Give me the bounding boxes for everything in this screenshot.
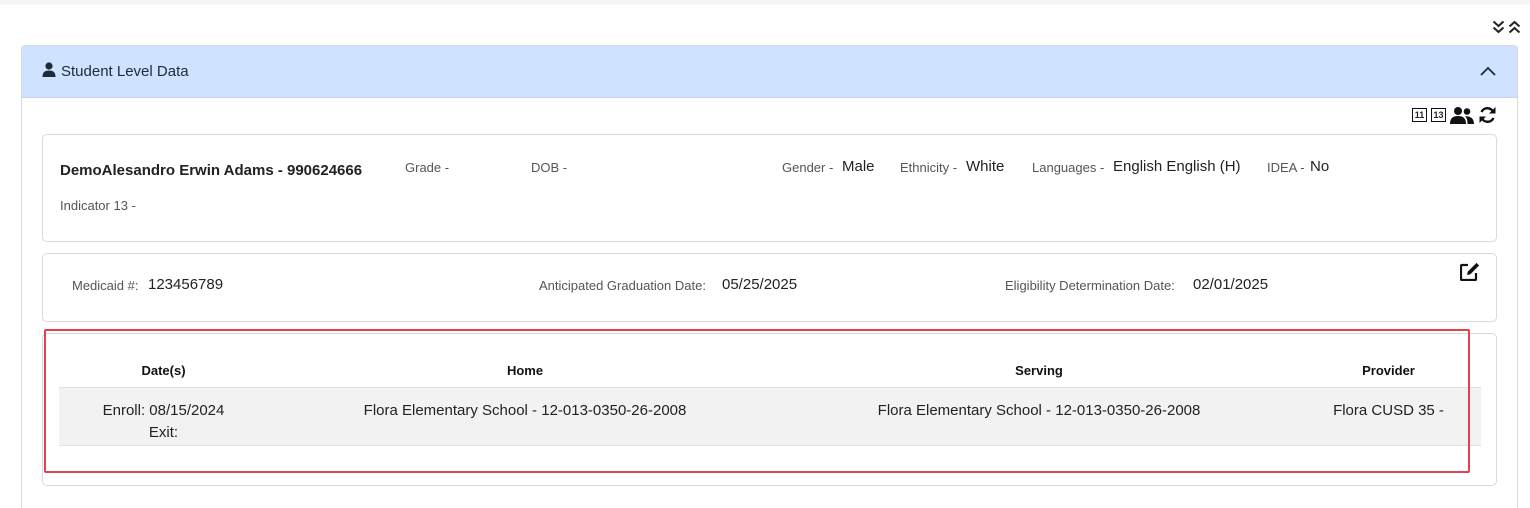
student-name: DemoAlesandro Erwin Adams - 990624666 [60,162,363,179]
medicaid-label: Medicaid #: [72,278,139,293]
col-header-home: Home [268,354,782,388]
eligibility-date-label: Eligibility Determination Date: [1005,278,1175,293]
enrollment-table: Date(s) Home Serving Provider Enroll: 08… [59,354,1481,446]
dob-label: DOB - [531,160,568,175]
col-header-serving: Serving [782,354,1296,388]
enroll-date: Enroll: 08/15/2024 [102,402,225,419]
student-info-panel: DemoAlesandro Erwin Adams - 990624666 Gr… [42,134,1497,242]
card-header[interactable]: Student Level Data [22,46,1517,98]
col-header-provider: Provider [1296,354,1481,388]
section-title: Student Level Data [61,63,189,80]
table-row[interactable]: Enroll: 08/15/2024 Exit: Flora Elementar… [59,387,1481,446]
edit-icon[interactable] [1459,262,1480,286]
col-header-dates: Date(s) [59,354,268,388]
idea-value: No [1310,158,1330,175]
grade-label: Grade - [405,160,450,175]
indicator-11-icon[interactable]: 11 [1412,108,1427,122]
refresh-icon[interactable] [1478,106,1497,124]
exit-date: Exit: [148,424,179,441]
double-chevron-up-icon[interactable] [1507,17,1522,37]
enrollment-panel: Date(s) Home Serving Provider Enroll: 08… [42,333,1497,486]
home-cell: Flora Elementary School - 12-013-0350-26… [268,387,782,446]
student-tools: 11 13 [1412,106,1497,124]
double-chevron-down-icon[interactable] [1491,17,1506,37]
eligibility-date-value: 02/01/2025 [1193,276,1269,293]
ethnicity-label: Ethnicity - [900,160,958,175]
provider-cell: Flora CUSD 35 - [1296,387,1481,446]
languages-label: Languages - [1032,160,1105,175]
indicator-13-icon[interactable]: 13 [1431,108,1446,122]
idea-label: IDEA - [1267,160,1305,175]
users-icon[interactable] [1450,106,1474,124]
languages-value: English English (H) [1113,158,1241,175]
graduation-date-value: 05/25/2025 [722,276,798,293]
user-icon [42,61,56,82]
chevron-up-icon[interactable] [1479,64,1497,78]
student-level-data-card: Student Level Data 11 13 DemoAlesandro E… [21,45,1518,508]
page-controls [1491,17,1522,37]
graduation-date-label: Anticipated Graduation Date: [539,278,706,293]
serving-cell: Flora Elementary School - 12-013-0350-26… [782,387,1296,446]
gender-value: Male [842,158,875,175]
table-header-row: Date(s) Home Serving Provider [59,354,1481,388]
indicator13-label: Indicator 13 - [60,198,136,213]
student-details-panel: Medicaid #: 123456789 Anticipated Gradua… [42,253,1497,322]
medicaid-value: 123456789 [148,276,224,293]
top-bar [0,0,1530,5]
dates-cell: Enroll: 08/15/2024 Exit: [59,387,268,446]
gender-label: Gender - [782,160,834,175]
ethnicity-value: White [966,158,1005,175]
